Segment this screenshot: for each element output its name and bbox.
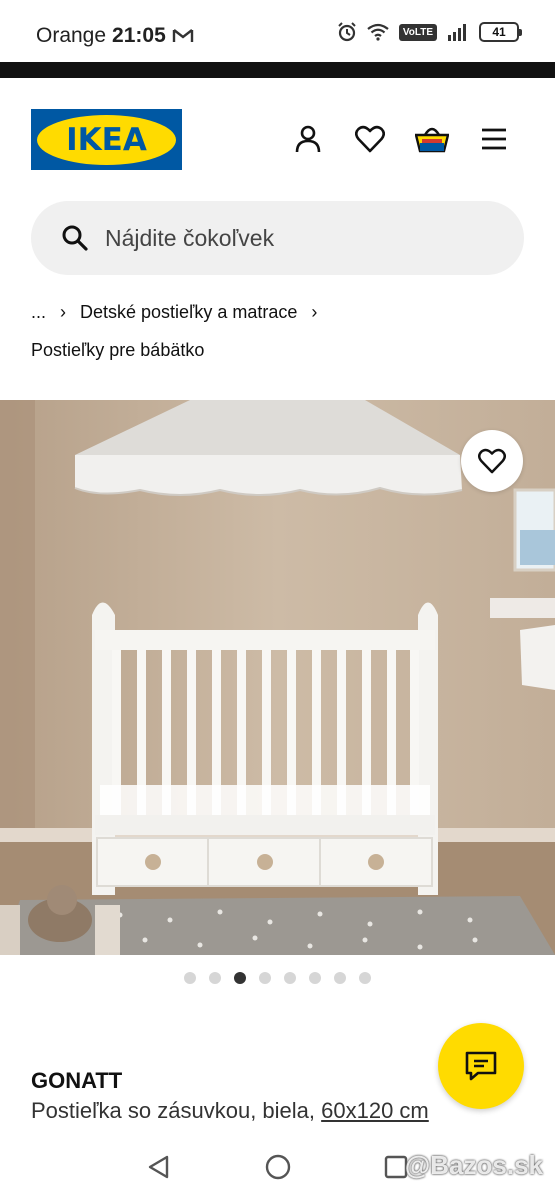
product-image[interactable]: [0, 400, 555, 955]
carrier-label: Orange: [36, 24, 107, 47]
site-header: IKEA: [0, 78, 555, 198]
carousel-dot[interactable]: [334, 972, 346, 984]
logo-text: IKEA: [66, 121, 147, 158]
signal-icon: [448, 24, 466, 41]
breadcrumb-subcategory[interactable]: Postieľky pre bábätko: [31, 340, 204, 361]
carousel-dot[interactable]: [284, 972, 296, 984]
menu-icon[interactable]: [477, 122, 511, 156]
logo-oval: IKEA: [37, 114, 176, 165]
chat-button[interactable]: [438, 1023, 524, 1109]
favorite-button[interactable]: [461, 430, 523, 492]
carousel-dot[interactable]: [309, 972, 321, 984]
wifi-icon: [367, 23, 389, 41]
breadcrumb-category[interactable]: Detské postieľky a matrace: [80, 302, 297, 323]
carousel-dot[interactable]: [359, 972, 371, 984]
chevron-right-icon: ›: [60, 302, 67, 322]
chat-icon: [465, 1051, 497, 1081]
home-icon[interactable]: [265, 1154, 291, 1180]
carousel-dot[interactable]: [259, 972, 271, 984]
heart-icon[interactable]: [353, 122, 387, 156]
clock: 21:05: [112, 24, 166, 47]
search-icon: [62, 225, 88, 251]
volte-badge: VoLTE: [398, 23, 437, 41]
gmail-icon: [172, 29, 193, 42]
profile-icon[interactable]: [291, 122, 325, 156]
status-bar: Orange 21:05 VoLTE 41: [0, 0, 555, 62]
carousel-dots: [0, 972, 555, 984]
header-icons: [291, 122, 511, 156]
back-icon[interactable]: [146, 1154, 172, 1180]
watermark-text: @Bazos.sk: [404, 1150, 543, 1180]
search-input[interactable]: [105, 224, 485, 252]
search-bar[interactable]: [31, 201, 524, 275]
alarm-icon: [338, 22, 356, 42]
battery-indicator: 41: [479, 22, 522, 42]
product-description-text: Postieľka so zásuvkou, biela,: [31, 1098, 316, 1123]
ikea-logo[interactable]: IKEA: [31, 109, 182, 170]
product-name: GONATT: [31, 1068, 123, 1093]
carousel-dot-active[interactable]: [234, 972, 246, 984]
carousel-dot[interactable]: [184, 972, 196, 984]
browser-top-bar: [0, 62, 555, 78]
heart-icon: [478, 448, 506, 474]
status-right: VoLTE 41: [337, 22, 522, 42]
breadcrumb-ellipsis[interactable]: ...: [31, 302, 46, 323]
status-left: Orange 21:05: [36, 24, 194, 48]
chevron-right-icon: ›: [311, 302, 318, 322]
product-size-link[interactable]: 60x120 cm: [321, 1098, 429, 1123]
carousel-dot[interactable]: [209, 972, 221, 984]
product-description: Postieľka so zásuvkou, biela, 60x120 cm: [31, 1098, 429, 1124]
breadcrumb: ... › Detské postieľky a matrace ›: [31, 302, 317, 323]
basket-icon[interactable]: [415, 122, 449, 156]
